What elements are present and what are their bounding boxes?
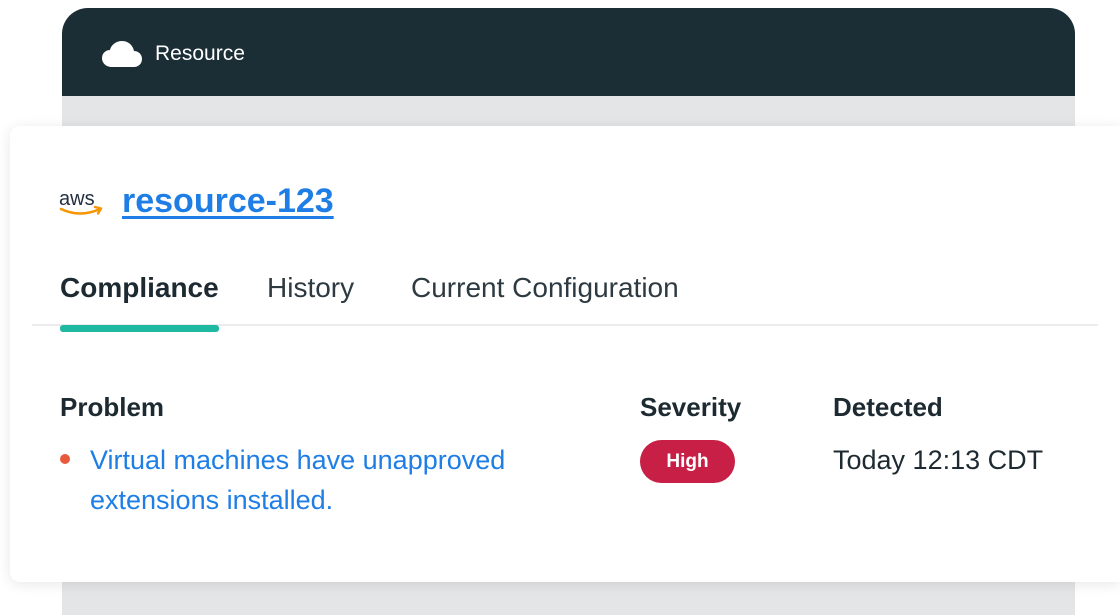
problem-item: Virtual machines have unapproved extensi… [60, 440, 600, 520]
stage: Resource aws resource-123 Compliance His… [0, 0, 1120, 615]
column-header-detected: Detected [833, 392, 943, 422]
background-window-title: Resource [155, 42, 245, 65]
resource-name-link[interactable]: resource-123 [122, 182, 334, 221]
aws-logo-text: aws [59, 188, 95, 210]
resource-header: aws resource-123 [58, 182, 334, 221]
severity-badge: High [640, 440, 735, 483]
tab-compliance[interactable]: Compliance [60, 270, 219, 326]
tab-current-configuration[interactable]: Current Configuration [411, 270, 679, 326]
problem-link[interactable]: Virtual machines have unapproved extensi… [90, 440, 600, 520]
background-window-bottom [62, 583, 1075, 615]
problem-bullet-icon [60, 454, 70, 464]
detected-timestamp: Today 12:13 CDT [833, 445, 1044, 475]
column-header-problem: Problem [60, 392, 165, 422]
cloud-icon [102, 41, 142, 67]
tab-history[interactable]: History [267, 270, 354, 326]
active-tab-indicator [60, 325, 219, 332]
aws-logo-icon: aws [59, 188, 103, 215]
tab-bar: Compliance History Current Configuration [32, 270, 1098, 332]
resource-detail-card: aws resource-123 Compliance History Curr… [10, 126, 1120, 582]
background-window-header: Resource [62, 8, 1075, 96]
column-header-severity: Severity [640, 392, 742, 422]
